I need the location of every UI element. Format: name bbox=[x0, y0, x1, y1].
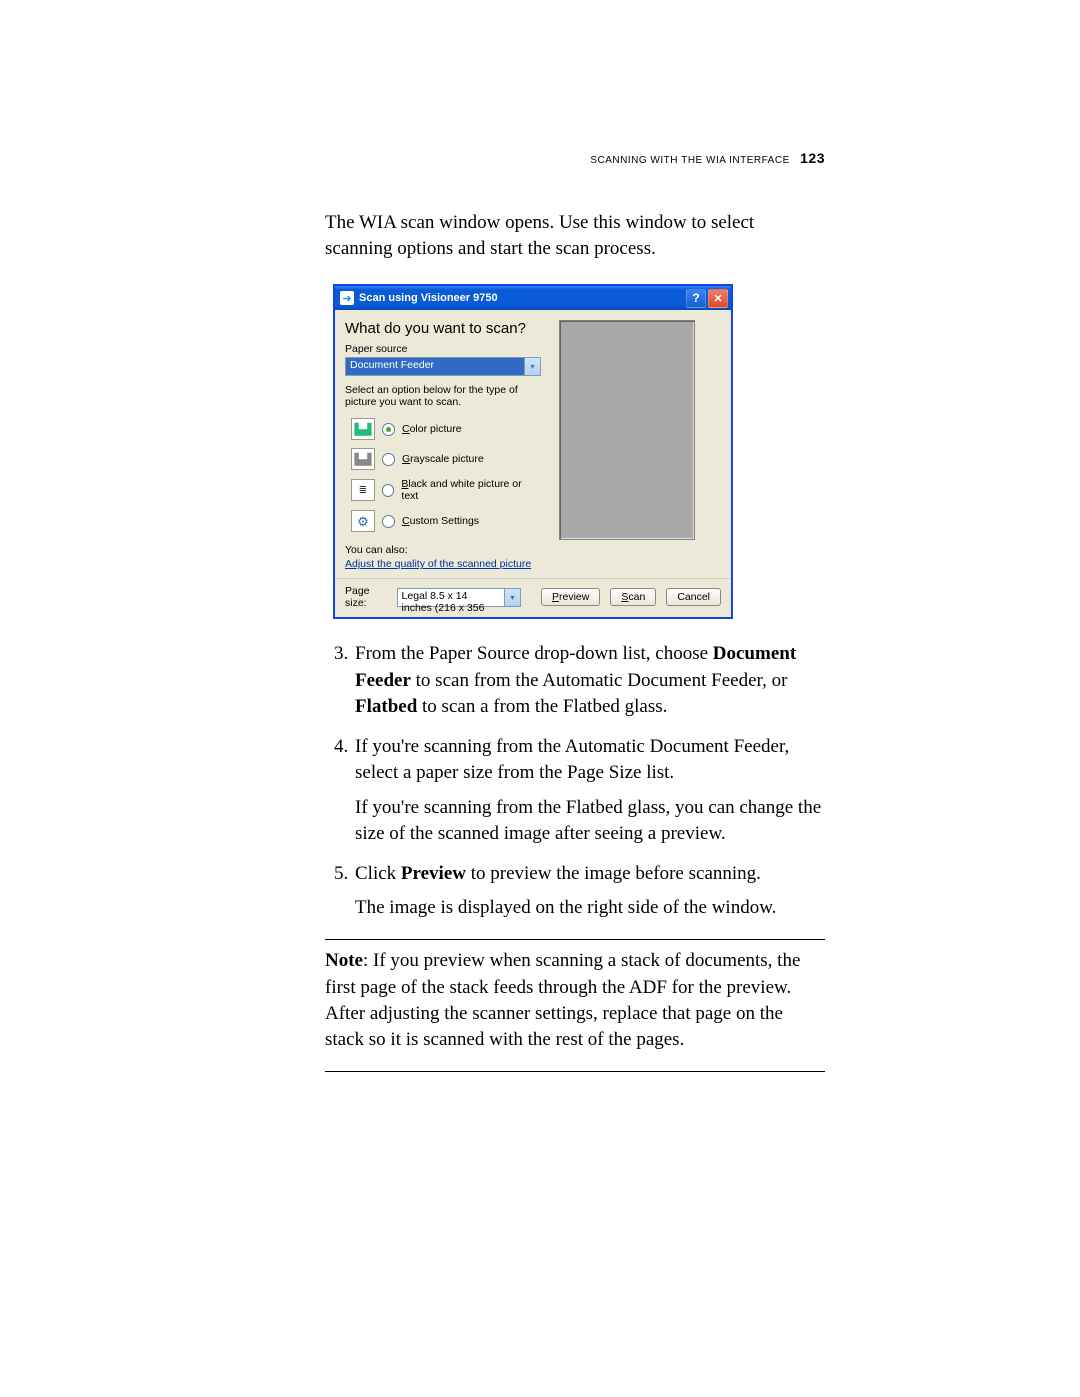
section-title: Scanning with the WIA Interface bbox=[590, 150, 789, 166]
step-5: Click Preview to preview the image befor… bbox=[353, 861, 825, 921]
app-icon: ➜ bbox=[340, 291, 354, 305]
option-grayscale[interactable]: ▙▟ Grayscale picture bbox=[345, 444, 539, 474]
preview-button[interactable]: Preview bbox=[541, 588, 600, 606]
document-page: Scanning with the WIA Interface 123 The … bbox=[0, 0, 1080, 1072]
paper-source-label: Paper source bbox=[345, 343, 539, 355]
wia-scan-dialog: ➜ Scan using Visioneer 9750 ? ✕ What do … bbox=[333, 284, 733, 619]
scan-button[interactable]: Scan bbox=[610, 588, 656, 606]
dialog-heading: What do you want to scan? bbox=[345, 320, 539, 337]
radio-bw[interactable] bbox=[382, 484, 395, 497]
titlebar[interactable]: ➜ Scan using Visioneer 9750 ? ✕ bbox=[335, 286, 731, 310]
page-number: 123 bbox=[800, 150, 825, 166]
preview-area[interactable] bbox=[559, 320, 695, 540]
dialog-footer: Page size: Legal 8.5 x 14 inches (216 x … bbox=[335, 578, 731, 617]
bw-text-icon: ≣ bbox=[351, 479, 375, 501]
chevron-down-icon[interactable]: ▾ bbox=[524, 358, 540, 375]
step-3: From the Paper Source drop-down list, ch… bbox=[353, 641, 825, 720]
you-can-also-label: You can also: bbox=[345, 544, 539, 556]
step-4: If you're scanning from the Automatic Do… bbox=[353, 734, 825, 847]
radio-grayscale[interactable] bbox=[382, 453, 395, 466]
paper-source-dropdown[interactable]: Document Feeder ▾ bbox=[345, 357, 541, 376]
adjust-quality-link[interactable]: Adjust the quality of the scanned pictur… bbox=[345, 558, 539, 570]
note-separator-top bbox=[325, 939, 825, 940]
option-bw-label: Black and white picture or text bbox=[401, 478, 539, 502]
intro-paragraph: The WIA scan window opens. Use this wind… bbox=[325, 210, 825, 262]
step-5-sub: The image is displayed on the right side… bbox=[355, 895, 825, 921]
option-grayscale-label: Grayscale picture bbox=[402, 453, 484, 465]
cancel-button[interactable]: Cancel bbox=[666, 588, 721, 606]
option-color-label: Color picture bbox=[402, 423, 462, 435]
instruction-text: Select an option below for the type of p… bbox=[345, 384, 539, 408]
chevron-down-icon[interactable]: ▾ bbox=[504, 589, 520, 606]
page-size-label: Page size: bbox=[345, 585, 385, 609]
note-separator-bottom bbox=[325, 1071, 825, 1072]
radio-color[interactable] bbox=[382, 423, 395, 436]
option-custom-label: Custom Settings bbox=[402, 515, 479, 527]
page-header: Scanning with the WIA Interface 123 bbox=[325, 150, 825, 166]
page-size-dropdown[interactable]: Legal 8.5 x 14 inches (216 x 356 ▾ bbox=[397, 588, 521, 607]
help-button[interactable]: ? bbox=[686, 289, 706, 308]
page-size-value: Legal 8.5 x 14 inches (216 x 356 bbox=[398, 589, 504, 606]
radio-custom[interactable] bbox=[382, 515, 395, 528]
option-color[interactable]: ▙▟ Color picture bbox=[345, 414, 539, 444]
option-custom[interactable]: ⚙ Custom Settings bbox=[345, 506, 539, 536]
paper-source-value: Document Feeder bbox=[346, 358, 524, 375]
window-title: Scan using Visioneer 9750 bbox=[359, 292, 498, 304]
close-button[interactable]: ✕ bbox=[708, 289, 728, 308]
instruction-list: From the Paper Source drop-down list, ch… bbox=[325, 641, 825, 921]
note: Note: If you preview when scanning a sta… bbox=[325, 948, 825, 1053]
option-bw[interactable]: ≣ Black and white picture or text bbox=[345, 474, 539, 506]
step-4-sub: If you're scanning from the Flatbed glas… bbox=[355, 795, 825, 847]
color-picture-icon: ▙▟ bbox=[351, 418, 375, 440]
grayscale-picture-icon: ▙▟ bbox=[351, 448, 375, 470]
custom-settings-icon: ⚙ bbox=[351, 510, 375, 532]
